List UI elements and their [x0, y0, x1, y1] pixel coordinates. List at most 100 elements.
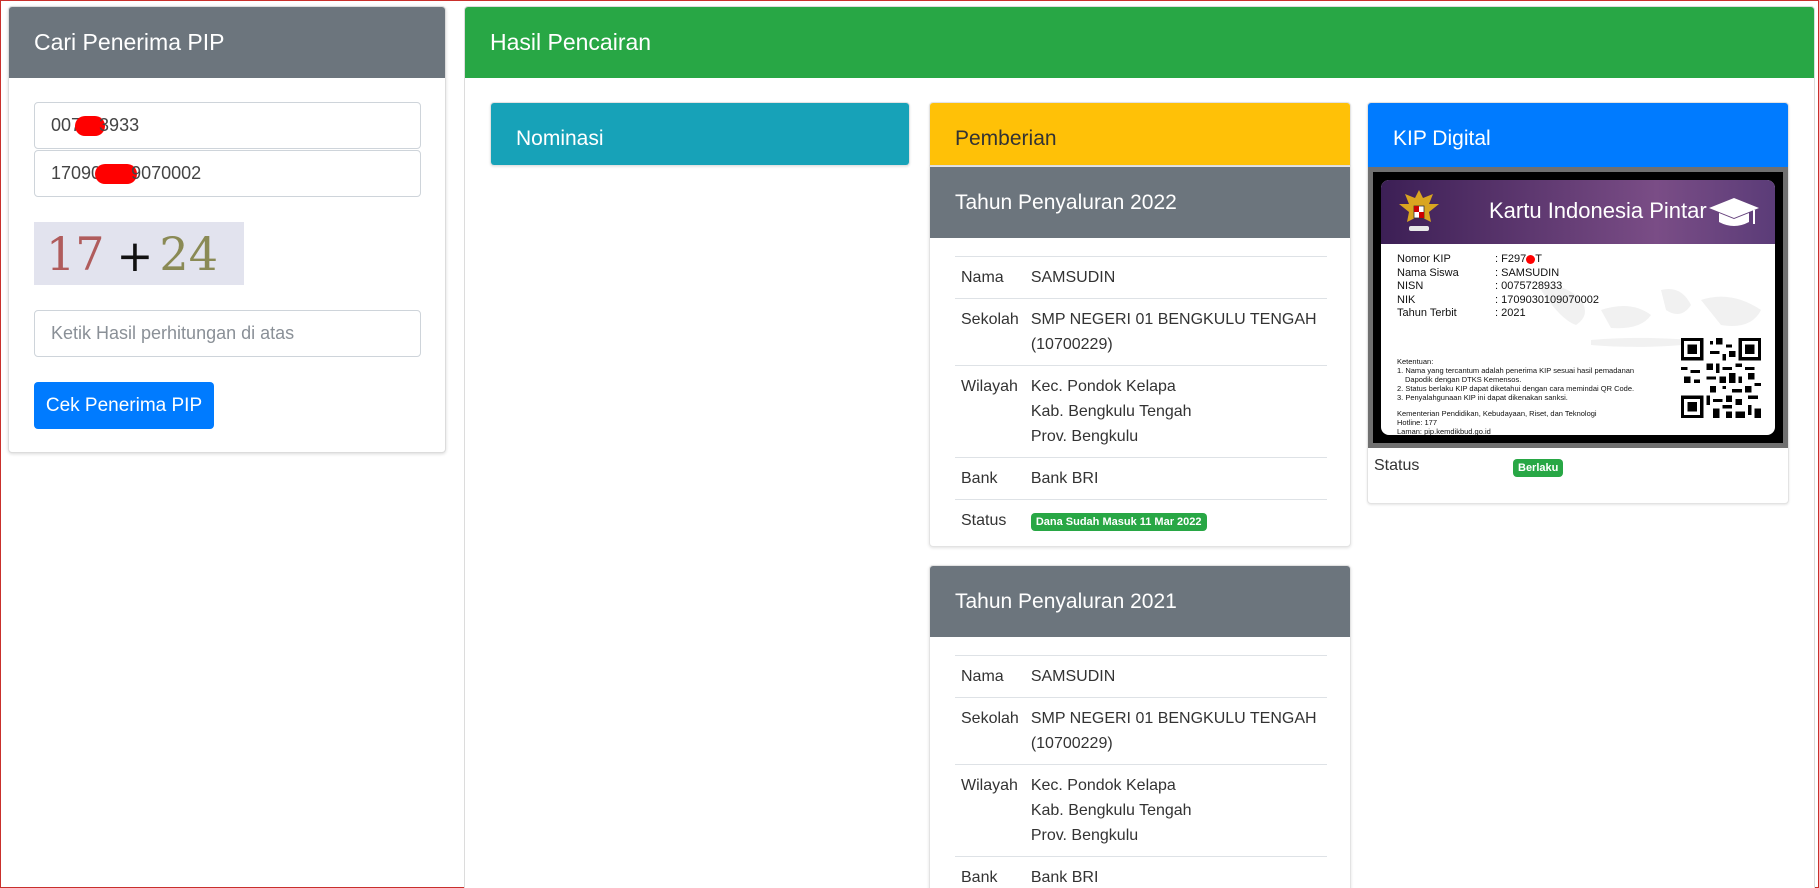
table-row: Sekolah SMP NEGERI 01 BENGKULU TENGAH (1…: [955, 298, 1327, 366]
year-card-title: Tahun Penyaluran 2022: [955, 190, 1177, 214]
row-label: Sekolah: [955, 298, 1025, 366]
cek-penerima-button[interactable]: Cek Penerima PIP: [34, 382, 214, 429]
nominasi-header: Nominasi: [491, 103, 909, 165]
kip-field-label: NISN: [1397, 280, 1424, 292]
kip-footer-website: Laman: pip.kemdikbud.go.id: [1397, 427, 1491, 435]
kip-field-value: : 2021: [1495, 307, 1526, 319]
kip-number-prefix: : F297: [1495, 253, 1527, 265]
school-name: SMP NEGERI 01 BENGKULU TENGAH: [1030, 311, 1317, 328]
row-value: Bank BRI: [1024, 457, 1327, 500]
result-card-header: Hasil Pencairan: [465, 7, 1814, 78]
cek-penerima-button-label: Cek Penerima PIP: [45, 394, 203, 416]
school-code: (10700229): [1030, 735, 1113, 752]
nik-value-prefix: 17090: [51, 163, 102, 183]
year-card-title: Tahun Penyaluran 2021: [955, 589, 1177, 613]
nik-input[interactable]: 17090 9070002: [34, 150, 421, 197]
row-label: Nama: [955, 256, 1025, 299]
kip-field-label: Nama Siswa: [1397, 266, 1459, 279]
kip-digital-title: KIP Digital: [1393, 126, 1491, 150]
row-label: Wilayah: [955, 764, 1025, 857]
table-row: Bank Bank BRI: [955, 856, 1327, 888]
year-card-header: Tahun Penyaluran 2022: [930, 167, 1350, 238]
kip-note: 1. Nama yang tercantum adalah penerima K…: [1397, 366, 1635, 375]
search-card: Cari Penerima PIP 007 3933 17090 9070002…: [8, 6, 446, 453]
search-card-title: Cari Penerima PIP: [34, 29, 225, 55]
pemberian-title: Pemberian: [955, 126, 1057, 150]
year-card-header: Tahun Penyaluran 2021: [930, 566, 1350, 637]
captcha-number-a: 17: [46, 226, 105, 281]
kip-note: Dapodik dengan DTKS Kemensos.: [1405, 375, 1522, 384]
table-row: Nama SAMSUDIN: [955, 655, 1327, 698]
region-province: Prov. Bengkulu: [1030, 428, 1139, 445]
info-table: Nama SAMSUDIN Sekolah SMP NEGERI 01 BENG…: [955, 256, 1327, 541]
kip-card-fields: Nomor KIP : F297 T Nama Siswa : SAMSUDIN NI…: [1397, 253, 1599, 321]
kip-field-label: Tahun Terbit: [1397, 307, 1457, 319]
kip-field-label: Nomor KIP: [1397, 253, 1451, 265]
table-row: Wilayah Kec. Pondok Kelapa Kab. Bengkulu…: [955, 764, 1327, 857]
row-value: Dana Sudah Masuk 11 Mar 2022: [1024, 499, 1327, 541]
kip-card-title: Kartu Indonesia Pintar: [1489, 198, 1707, 223]
kip-digital-card: KIP Digital Kartu Indonesia Pintar Nomor…: [1367, 102, 1789, 504]
region-regency: Kab. Bengkulu Tengah: [1030, 802, 1192, 819]
kip-card-banner: Kartu Indonesia Pintar: [1381, 180, 1775, 244]
redaction-mark: [1526, 255, 1536, 264]
kip-status-label: Status: [1374, 457, 1420, 474]
row-label: Bank: [955, 856, 1025, 888]
pemberian-header: Pemberian: [930, 103, 1350, 165]
graduation-cap-icon: [1709, 198, 1759, 226]
row-value: Bank BRI: [1024, 856, 1327, 888]
kip-card-image: Kartu Indonesia Pintar Nomor KIP: F297 …: [1368, 167, 1788, 448]
kip-footer-ministry: Kementerian Pendidikan, Kebudayaan, Rise…: [1397, 409, 1597, 418]
qr-code-icon: [1681, 338, 1761, 418]
row-value: Kec. Pondok Kelapa Kab. Bengkulu Tengah …: [1024, 764, 1327, 857]
nik-value-suffix: 9070002: [131, 163, 202, 183]
row-label: Sekolah: [955, 697, 1025, 765]
row-label: Wilayah: [955, 365, 1025, 458]
row-value: SAMSUDIN: [1024, 655, 1327, 698]
row-label: Bank: [955, 457, 1025, 500]
info-table: Nama SAMSUDIN Sekolah SMP NEGERI 01 BENG…: [955, 655, 1327, 888]
row-label: Nama: [955, 655, 1025, 698]
table-row: Nama SAMSUDIN: [955, 256, 1327, 299]
region-district: Kec. Pondok Kelapa: [1030, 378, 1176, 395]
garuda-emblem-icon: [1399, 190, 1439, 231]
nisn-value-suffix: 3933: [99, 115, 140, 135]
kip-field-label: NIK: [1397, 293, 1416, 306]
status-badge: Dana Sudah Masuk 11 Mar 2022: [1030, 513, 1207, 531]
result-card: Hasil Pencairan Nominasi Pemberian Tahun…: [464, 6, 1815, 888]
kip-field-value: : 1709030109070002: [1495, 293, 1599, 306]
kip-note: 2. Status berlaku KIP dapat diketahui de…: [1397, 384, 1635, 393]
kip-card-footer: Kementerian Pendidikan, Kebudayaan, Rise…: [1397, 409, 1597, 435]
row-label: Status: [955, 499, 1025, 541]
region-province: Prov. Bengkulu: [1030, 827, 1139, 844]
kip-number-suffix: T: [1535, 253, 1542, 265]
pemberian-card: Pemberian: [929, 102, 1351, 166]
search-card-header: Cari Penerima PIP: [9, 7, 445, 78]
year-card-2021: Tahun Penyaluran 2021 Nama SAMSUDIN Seko…: [929, 565, 1351, 888]
result-card-title: Hasil Pencairan: [490, 29, 652, 55]
row-value: Kec. Pondok Kelapa Kab. Bengkulu Tengah …: [1024, 365, 1327, 458]
kip-footer-hotline: Hotline: 177: [1397, 418, 1438, 427]
captcha-image: 17 + 24: [34, 222, 244, 285]
table-row: Wilayah Kec. Pondok Kelapa Kab. Bengkulu…: [955, 365, 1327, 458]
year-card-2022: Tahun Penyaluran 2022 Nama SAMSUDIN Seko…: [929, 166, 1351, 547]
captcha-answer-input[interactable]: Ketik Hasil perhitungan di atas: [34, 310, 421, 357]
nominasi-card: Nominasi: [490, 102, 910, 166]
school-name: SMP NEGERI 01 BENGKULU TENGAH: [1030, 710, 1317, 727]
kip-note: 3. Penyalahgunaan KIP ini dapat dikenaka…: [1397, 393, 1568, 402]
row-value: SAMSUDIN: [1024, 256, 1327, 299]
captcha-number-b: 24: [159, 226, 218, 281]
kip-card-notes: Ketentuan: 1. Nama yang tercantum adalah…: [1397, 357, 1667, 402]
kip-notes-title: Ketentuan:: [1397, 357, 1434, 366]
nominasi-title: Nominasi: [516, 126, 604, 150]
kip-digital-header: KIP Digital: [1368, 103, 1788, 174]
row-value: SMP NEGERI 01 BENGKULU TENGAH (10700229): [1024, 298, 1327, 366]
region-district: Kec. Pondok Kelapa: [1030, 777, 1176, 794]
captcha-operator: +: [116, 231, 154, 282]
table-row: Sekolah SMP NEGERI 01 BENGKULU TENGAH (1…: [955, 697, 1327, 765]
nisn-input[interactable]: 007 3933: [34, 102, 421, 149]
kip-field-value: : 0075728933: [1495, 280, 1563, 292]
kip-field-value: : SAMSUDIN: [1495, 266, 1560, 279]
table-row: Status Dana Sudah Masuk 11 Mar 2022: [955, 499, 1327, 541]
row-value: SMP NEGERI 01 BENGKULU TENGAH (10700229): [1024, 697, 1327, 765]
